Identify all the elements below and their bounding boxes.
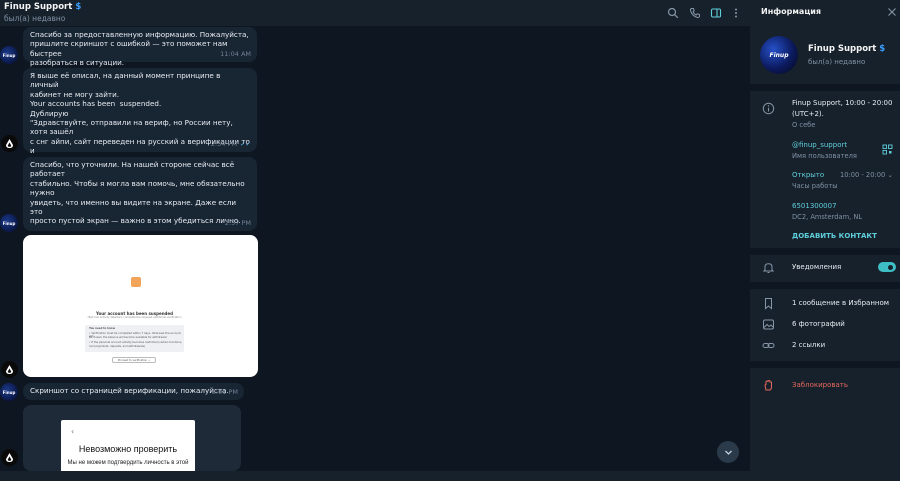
screenshot-subtitle: High risk activity detected, complete th… [87,316,182,319]
avatar[interactable]: Finup [0,46,18,64]
back-arrow-icon: ‹ [71,427,75,436]
message-time-text: 2:54 PM [210,139,238,148]
bio-text: Finup Support, 10:00 - 20:00 [792,99,893,107]
info-icon [762,102,775,115]
suspended-card: Your account has been suspended High ris… [85,297,184,369]
photo-icon [762,318,775,331]
profile-name-text: Finup Support [808,44,877,54]
verification-card: ‹ Невозможно проверить Мы не можем подтв… [61,420,195,471]
verification-title: Невозможно проверить [78,444,178,454]
info-heading: Информация [761,7,821,16]
username-label: Имя пользователя [792,152,857,160]
message-time: 2:57 PM [224,218,251,227]
warning-icon [131,277,141,287]
avatar[interactable] [1,135,18,152]
info-panel: Информация Finup Finup Support $ был(а) … [750,0,900,481]
screenshot-box-line: • If the personal account activity becom… [89,341,182,344]
links-item[interactable]: 2 ссылки [792,341,825,349]
message-bubble: Спасибо, что уточнили. На нашей стороне … [23,157,257,263]
block-user-button[interactable]: Заблокировать [792,381,848,389]
sidebar-toggle-icon[interactable] [710,7,722,19]
verification-subtitle: Мы не можем подтвердить личность в этой [67,460,189,466]
message-composer[interactable] [0,471,750,481]
screenshot-verify-button: Proceed to verification → [112,357,156,363]
scroll-down-button[interactable] [717,441,739,463]
chat-area: Finup Support $ был(а) недавно Finup Спас… [0,0,750,481]
screenshot-box-line: be closed, the balance will become avail… [89,336,167,339]
close-icon[interactable] [887,7,897,17]
avatar[interactable]: Finup [0,214,18,232]
currency-badge-icon: $ [879,44,886,54]
divider [750,84,900,91]
username-link[interactable]: @finup_support [792,141,847,149]
message-time: 11:04 AM [220,49,251,58]
saved-messages-item[interactable]: 1 сообщение в Избранном [792,299,889,307]
profile-name: Finup Support $ [808,44,885,54]
hours-status[interactable]: Открыто [792,171,824,179]
bookmark-icon [762,297,775,310]
message-bubble: Спасибо за предоставленную информацию. П… [23,27,257,67]
message-bubble: Скриншот со страницей верификации, пожал… [23,383,244,400]
profile-status: был(а) недавно [808,58,866,66]
chevron-down-icon [724,450,732,455]
notifications-label: Уведомления [792,263,842,271]
verification-image[interactable]: ‹ Невозможно проверить Мы не можем подтв… [23,405,241,471]
bio-label: О себе [792,121,816,129]
avatar[interactable] [1,449,18,466]
read-check-icon: ✓✓ [240,139,251,148]
search-icon[interactable] [667,7,679,19]
avatar[interactable]: Finup [0,383,18,401]
bio-text-line2: (UTC+2). [792,110,824,118]
more-menu-icon[interactable] [730,7,742,19]
chat-header[interactable]: Finup Support $ был(а) недавно [0,0,750,26]
screenshot-info-box: You need to know • Verification must be … [85,325,184,352]
divider [750,282,900,289]
bell-icon [762,261,775,274]
phone-number[interactable]: 6501300007 [792,202,837,210]
link-icon [762,339,775,352]
profile-avatar[interactable]: Finup [760,36,798,74]
currency-badge-icon: $ [75,2,82,12]
screenshot-box-title: You need to know [89,327,115,330]
phone-icon[interactable] [689,7,701,19]
notifications-toggle[interactable] [878,262,896,272]
message-text: Скриншот со страницей верификации, пожал… [30,386,229,395]
message-time: 2:54 PM ✓✓ [211,140,251,149]
block-hand-icon [762,379,775,392]
message-text: Спасибо за предоставленную информацию. П… [30,30,249,68]
avatar[interactable] [1,361,18,378]
message-bubble: Я выше её описал, на данный момент принц… [23,68,257,183]
divider [750,361,900,368]
hours-label: Часы работы [792,182,838,190]
divider [750,248,900,255]
screenshot-image[interactable]: Your account has been suspended High ris… [23,235,258,377]
chat-title[interactable]: Finup Support $ [4,2,81,12]
add-contact-button[interactable]: ДОБАВИТЬ КОНТАКТ [792,232,877,240]
chat-title-text: Finup Support [4,2,73,12]
datacenter-location: DC2, Amsterdam, NL [792,213,863,221]
hours-range-dropdown[interactable]: 10:00 - 20:00 ⌄ [840,171,893,179]
photos-item[interactable]: 6 фотографий [792,320,845,328]
chat-status: был(а) недавно [4,14,66,23]
qr-code-icon[interactable] [882,144,893,155]
message-time: 3:01 PM [211,387,238,396]
screenshot-box-line: card payments, deposits, and withdrawals… [89,345,145,348]
